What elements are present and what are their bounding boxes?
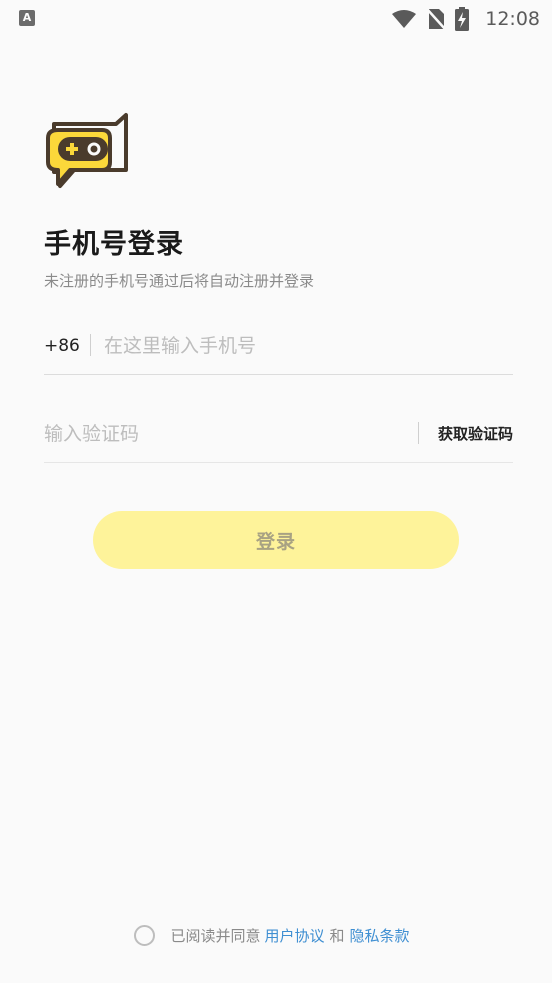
privacy-policy-link[interactable]: 隐私条款 [350, 925, 410, 946]
divider [418, 422, 419, 444]
user-agreement-link[interactable]: 用户协议 [264, 925, 324, 946]
page-title: 手机号登录 [44, 229, 184, 260]
agreement-prefix: 已阅读并同意 [170, 926, 261, 945]
login-button[interactable]: 登录 [93, 511, 459, 569]
wifi-icon [392, 10, 417, 28]
status-bar: A 12:08 [0, 0, 552, 38]
status-time: 12:08 [485, 8, 540, 30]
phone-input[interactable] [104, 328, 504, 364]
agreement-row: 已阅读并同意 用户协议 和 隐私条款 [0, 920, 552, 950]
no-sim-icon [427, 8, 446, 30]
verification-code-input[interactable] [44, 416, 404, 452]
country-code-selector[interactable]: +86 [44, 336, 80, 356]
phone-field-row: +86 [44, 326, 513, 375]
status-icons: 12:08 [391, 0, 540, 38]
get-code-button[interactable]: 获取验证码 [438, 423, 513, 444]
app-notification-icon: A [19, 10, 35, 26]
app-logo-icon [46, 113, 128, 188]
agree-checkbox[interactable] [134, 924, 156, 946]
page-subtitle: 未注册的手机号通过后将自动注册并登录 [44, 272, 315, 290]
code-field-row: 获取验证码 [44, 414, 513, 463]
agreement-and: 和 [329, 926, 345, 945]
battery-charging-icon [455, 7, 470, 31]
divider [90, 334, 91, 356]
